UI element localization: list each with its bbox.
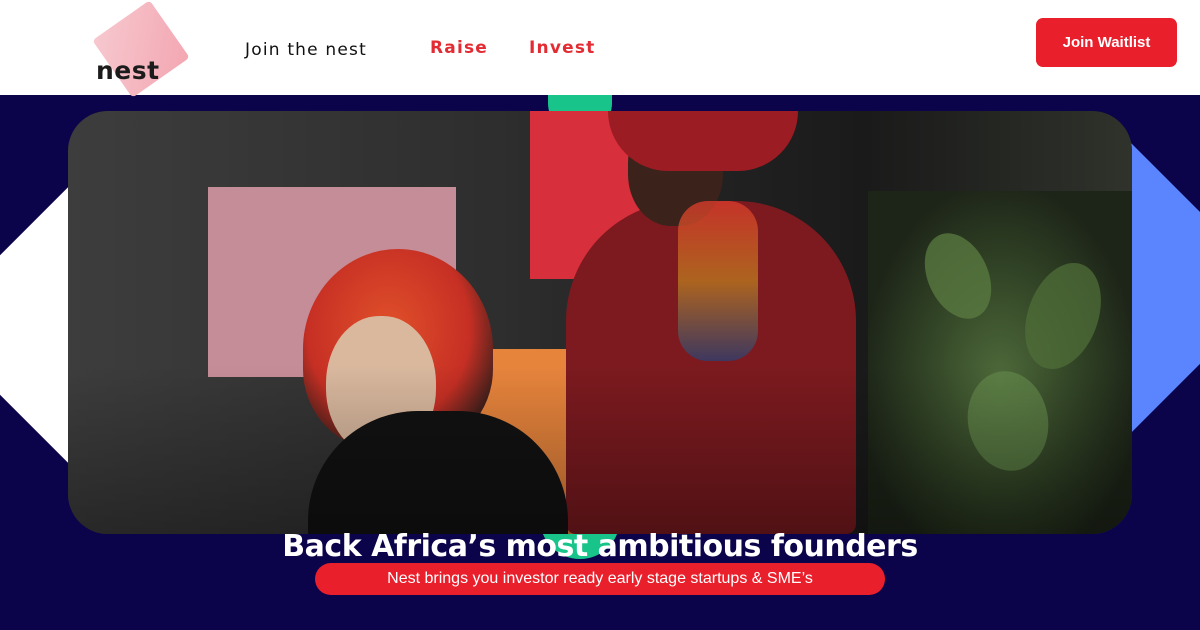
top-navigation-bar: nest Join the nest Raise Invest Join Wai… [0,0,1200,98]
nest-logo[interactable]: nest [84,0,214,98]
hero-headline: Back Africa’s most ambitious founders [282,529,918,565]
hero-section: Back Africa’s most ambitious founders Ne… [0,95,1200,630]
nav-raise-link[interactable]: Raise [430,38,488,58]
hero-photo [68,111,1132,534]
hero-tagline-pill: Nest brings you investor ready early sta… [315,563,885,595]
logo-text: nest [96,56,160,85]
nav-invest-link[interactable]: Invest [529,38,595,58]
join-waitlist-button[interactable]: Join Waitlist [1036,18,1177,67]
nav-join-the-nest-link[interactable]: Join the nest [245,40,367,60]
